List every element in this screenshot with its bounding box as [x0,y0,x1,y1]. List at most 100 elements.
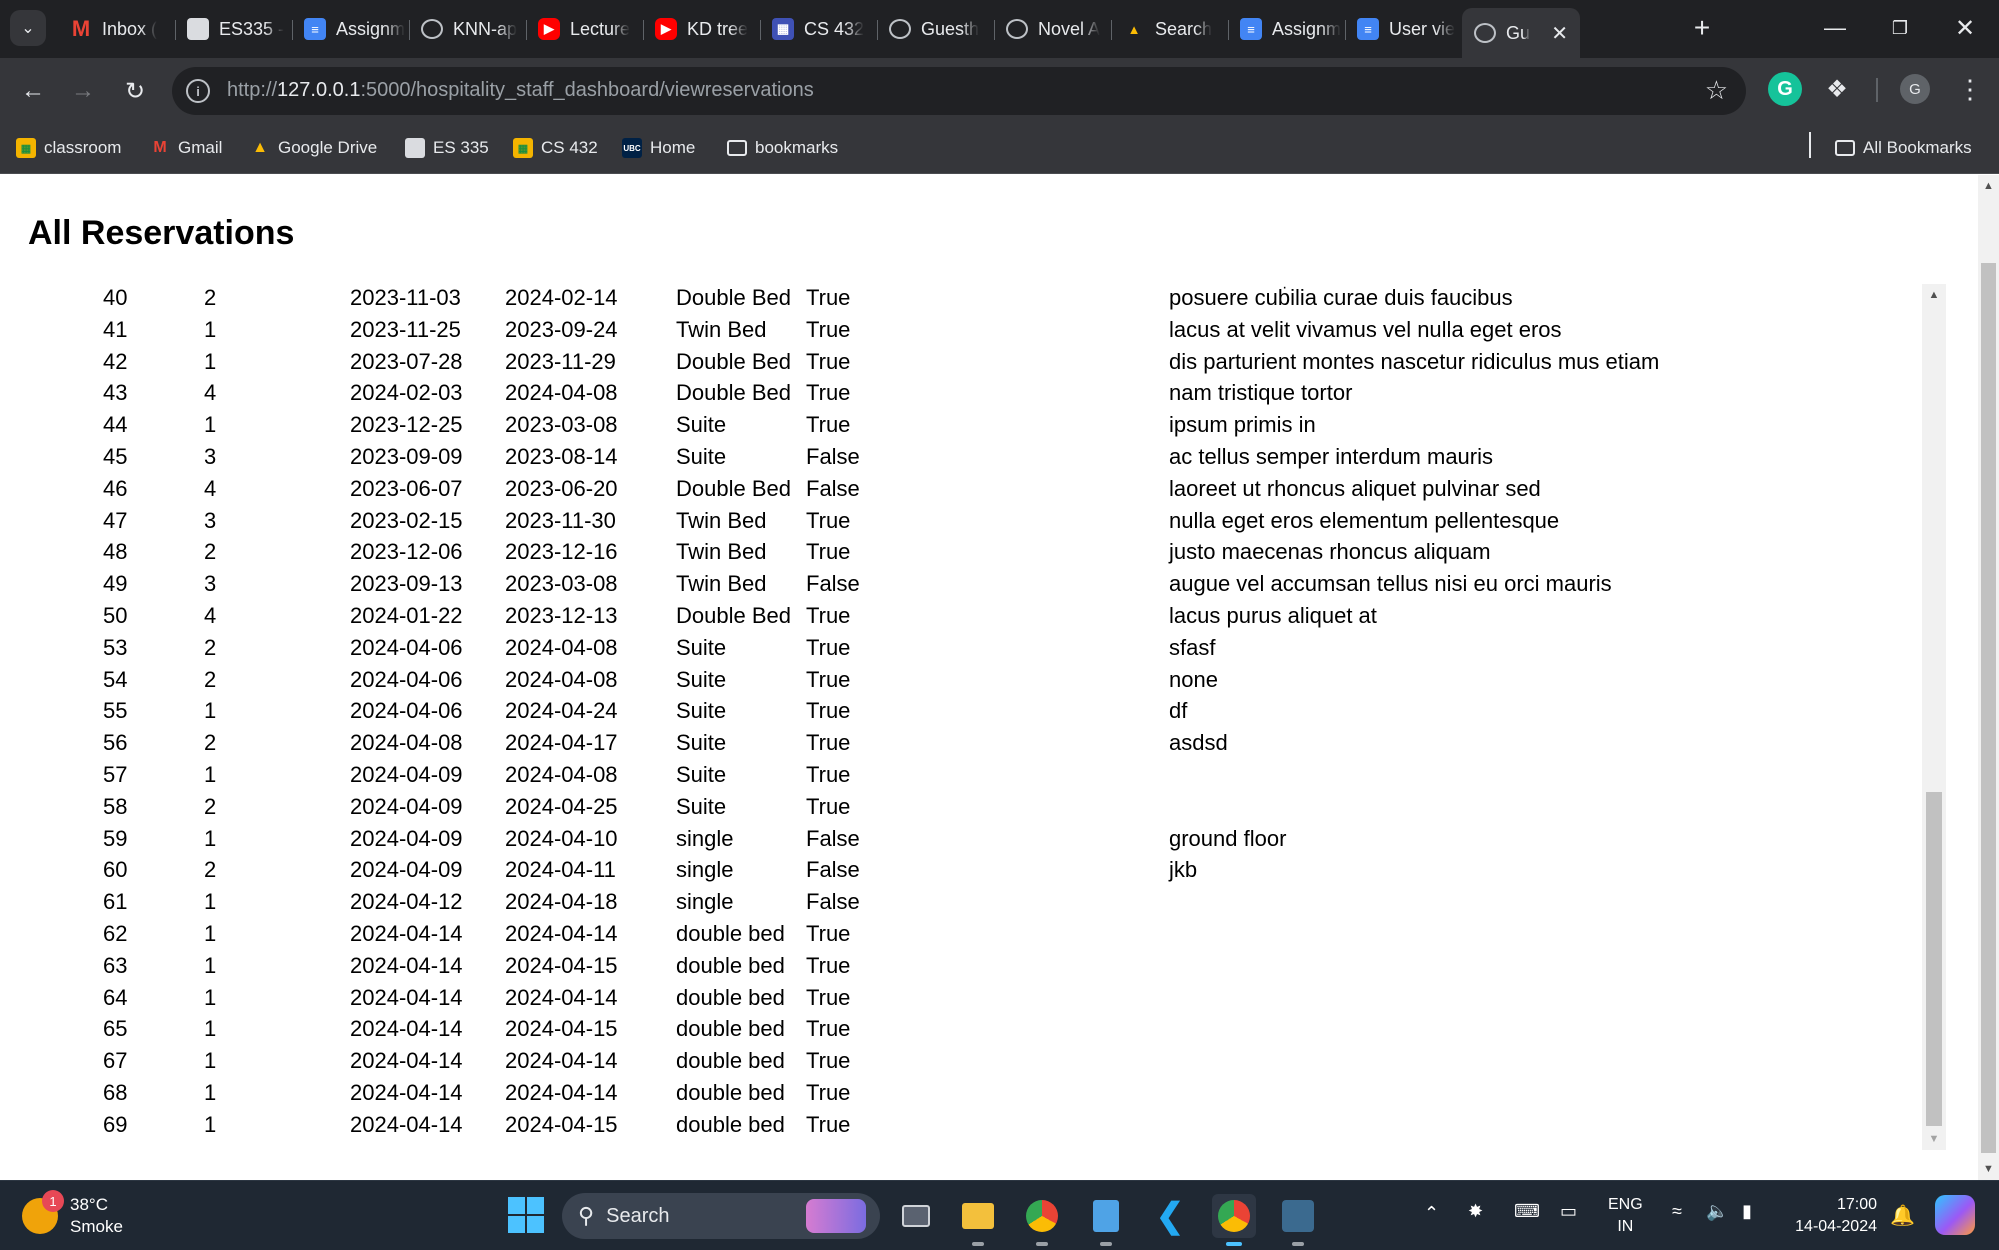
check-out-date: 2023-08-14 [505,444,618,469]
bookmark-item[interactable]: ▦ classroom [16,133,121,163]
mysql-workbench-app[interactable] [1276,1194,1320,1246]
notification-bell-icon[interactable]: 🔔 [1890,1203,1915,1228]
browser-tab[interactable]: ≡ Assignm [1228,8,1345,50]
scroll-up-arrow-icon[interactable]: ▲ [1922,284,1946,306]
browser-tab[interactable]: Guesth [877,8,994,50]
bookmark-item[interactable]: M Gmail [150,133,222,163]
new-tab-button[interactable]: + [1686,12,1718,44]
classroom-icon: ▦ [16,138,36,158]
task-view-icon [902,1205,930,1227]
reload-button[interactable]: ↻ [116,72,154,110]
page-scroll-up-icon[interactable]: ▲ [1978,175,1999,197]
guest-count: 1 [204,1048,217,1074]
weather-widget[interactable]: 1 38°C Smoke [22,1190,123,1241]
running-indicator [1100,1242,1112,1246]
check-in-date: 2024-02-03 [350,380,463,406]
close-tab-icon[interactable]: ✕ [1551,21,1568,46]
bookmark-label: Google Drive [278,138,378,157]
scroll-down-arrow-icon[interactable]: ▼ [1922,1128,1946,1150]
start-button[interactable] [508,1197,544,1233]
browser-tab[interactable]: ▶ Lecture [526,8,643,50]
check-in-date: 2023-09-13 [350,571,463,597]
chrome-app[interactable] [1212,1194,1256,1246]
bookmark-item[interactable]: bookmarks [727,133,838,163]
check-out-date: 2024-02-14 [505,285,618,310]
chrome-icon [1218,1200,1250,1232]
tab-title: User vie [1389,18,1456,39]
back-button[interactable]: ← [14,72,52,110]
close-window-button[interactable]: ✕ [1945,10,1985,46]
bookmark-item[interactable]: UBC Home [622,133,695,163]
bookmark-item[interactable]: ▲ Google Drive [250,133,377,163]
copilot-icon[interactable] [1935,1195,1975,1235]
payment-status: True [806,380,851,406]
browser-tab[interactable]: ≡ User vie [1345,8,1462,50]
check-in-date: 2024-04-14 [350,1111,463,1137]
browser-tab[interactable]: ≡ Assignm [292,8,409,50]
browser-tab[interactable]: ▦ CS 432 [760,8,877,50]
grammarly-extension-icon[interactable]: G [1768,72,1802,106]
check-in-date: 2024-04-08 [350,730,463,756]
room-type: Suite [676,793,727,819]
page-scroll-down-icon[interactable]: ▼ [1978,1158,1999,1180]
doc-image-icon [187,18,209,40]
payment-status: True [806,603,851,628]
guest-count: 1 [204,921,217,946]
browser-tab[interactable]: M Inbox ( [58,8,175,50]
tab-search-button[interactable]: ⌄ [10,10,46,46]
taskbar-search[interactable]: ⚲ Search [562,1193,880,1239]
minimize-button[interactable]: — [1815,10,1855,46]
site-info-icon[interactable]: i [186,79,210,103]
language-indicator[interactable]: ENG IN [1608,1194,1643,1238]
wifi-icon[interactable]: ≈ [1672,1201,1682,1222]
arrow-right-icon: → [71,77,95,104]
page-scrollbar-thumb[interactable] [1981,263,1996,1153]
browser-tab[interactable]: Novel A [994,8,1111,50]
reservation-id: 45 [103,444,128,469]
file-explorer-app[interactable] [956,1194,1000,1246]
profile-avatar[interactable]: G [1900,74,1930,104]
all-bookmarks-button[interactable]: All Bookmarks [1835,133,1972,163]
browser-toolbar: ← → ↻ i http://127.0.0.1:5000/hospitalit… [0,58,1999,124]
restore-button[interactable]: ❐ [1880,10,1920,46]
url-text[interactable]: http://127.0.0.1:5000/hospitality_staff_… [227,79,814,102]
slack-tray-icon[interactable]: ✸ [1468,1201,1483,1222]
room-type: Double Bed [676,475,791,501]
browser-menu-button[interactable]: ⋮ [1955,72,1985,106]
bookmark-label: Gmail [178,138,223,157]
battery-icon[interactable]: ▮ [1742,1201,1752,1222]
guest-count: 1 [204,952,217,978]
task-view-button[interactable] [894,1194,938,1238]
table-scrollbar[interactable]: ▲ ▼ [1922,284,1946,1150]
forward-button[interactable]: → [64,72,102,110]
keyboard-icon[interactable]: ⌨ [1514,1201,1540,1222]
notepad-app[interactable] [1084,1194,1128,1246]
reservation-id: 63 [103,952,128,978]
search-highlight-image [806,1199,866,1233]
payment-status: False [806,444,860,469]
bookmark-item[interactable]: ▦ CS 432 [513,133,598,163]
browser-tab[interactable]: ▶ KD tree [643,8,760,50]
browser-tab[interactable]: ES335 - [175,8,292,50]
check-out-date: 2024-04-17 [505,730,618,756]
check-in-date: 2023-06-07 [350,475,463,501]
check-in-date: 2024-04-14 [350,952,463,978]
volume-icon[interactable]: 🔈 [1706,1201,1728,1222]
table-scrollbar-thumb[interactable] [1926,792,1942,1126]
weather-text: 38°C Smoke [70,1194,123,1238]
system-clock[interactable]: 17:00 14-04-2024 [1787,1194,1877,1238]
vscode-app[interactable]: ❮ [1148,1194,1192,1238]
check-out-date: 2024-04-08 [505,380,618,406]
tab-active[interactable]: Gu ✕ [1462,8,1580,58]
bookmark-star-icon[interactable]: ☆ [1705,75,1728,106]
browser-tab[interactable]: KNN-ap [409,8,526,50]
show-hidden-icons-button[interactable]: ⌃ [1424,1203,1439,1224]
display-icon[interactable]: ▭ [1560,1201,1577,1222]
chrome-profile-app[interactable] [1020,1194,1064,1246]
page-scrollbar[interactable]: ▲ ▼ [1978,175,1999,1180]
tab-title: Gu [1506,22,1531,43]
browser-tab[interactable]: ▲ Search [1111,8,1228,50]
extensions-puzzle-icon[interactable]: ❖ [1820,72,1854,106]
address-bar[interactable]: i http://127.0.0.1:5000/hospitality_staf… [172,67,1746,115]
bookmark-item[interactable]: ES 335 [405,133,489,163]
